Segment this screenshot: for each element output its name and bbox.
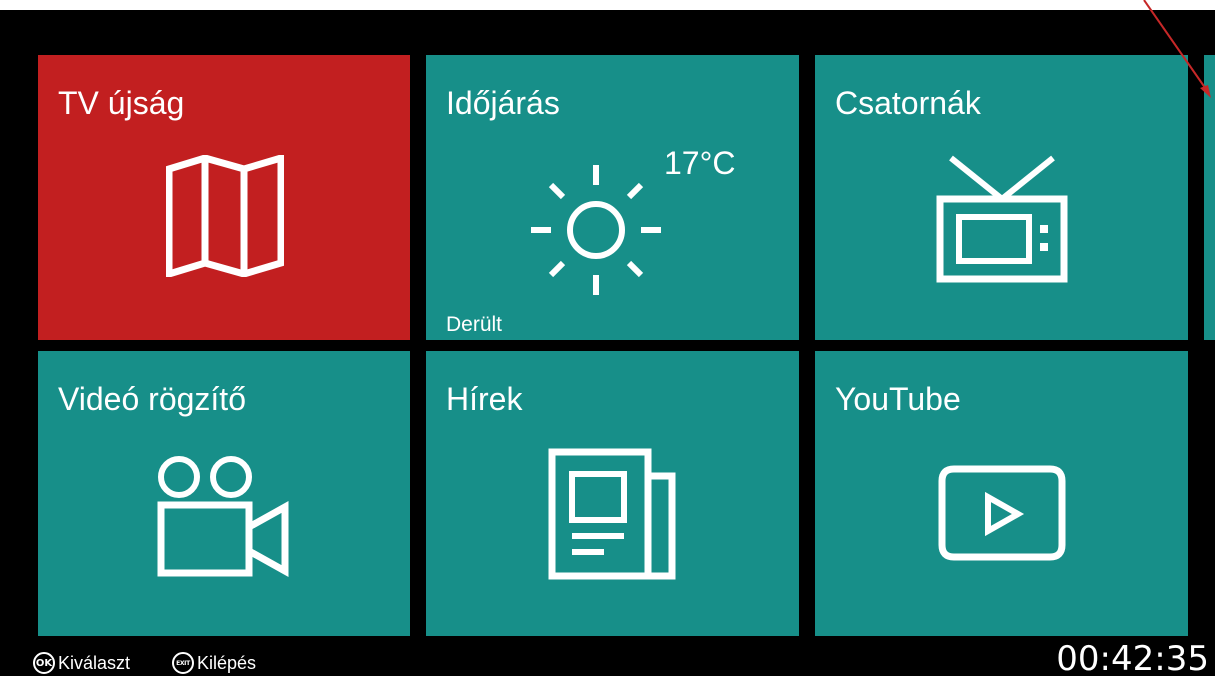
tile-title: Időjárás (446, 85, 560, 121)
tile-tv-guide[interactable]: TV újság (38, 55, 410, 340)
ok-hint: OK Kiválaszt (33, 650, 130, 676)
weather-condition: Derült (446, 313, 503, 336)
exit-hint: EXIT Kilépés (172, 650, 256, 676)
map-icon (166, 155, 284, 277)
play-button-icon (938, 465, 1066, 561)
tile-title: TV újság (58, 85, 185, 121)
ok-hint-label: Kiválaszt (58, 652, 131, 673)
tile-title: Csatornák (835, 85, 981, 121)
tile-title: Videó rögzítő (58, 381, 246, 417)
ok-key-icon: OK (33, 652, 55, 674)
tile-partial-right[interactable] (1204, 55, 1215, 340)
tile-weather[interactable]: Időjárás 17°C Derült (426, 55, 799, 340)
tile-title: YouTube (835, 381, 961, 417)
newspaper-icon (548, 448, 676, 580)
tile-news[interactable]: Hírek (426, 351, 799, 636)
sun-icon (531, 165, 661, 295)
tile-youtube[interactable]: YouTube (815, 351, 1188, 636)
temperature: 17°C (664, 145, 736, 181)
tile-channels[interactable]: Csatornák (815, 55, 1188, 340)
video-camera-icon (157, 456, 289, 577)
tv-icon (936, 155, 1068, 283)
exit-hint-label: Kilépés (197, 652, 257, 673)
tile-title: Hírek (446, 381, 523, 417)
top-margin (0, 0, 1215, 10)
clock: 00:42:35 (1056, 639, 1209, 676)
tile-video-recorder[interactable]: Videó rögzítő (38, 351, 410, 636)
exit-key-icon: EXIT (172, 652, 194, 674)
